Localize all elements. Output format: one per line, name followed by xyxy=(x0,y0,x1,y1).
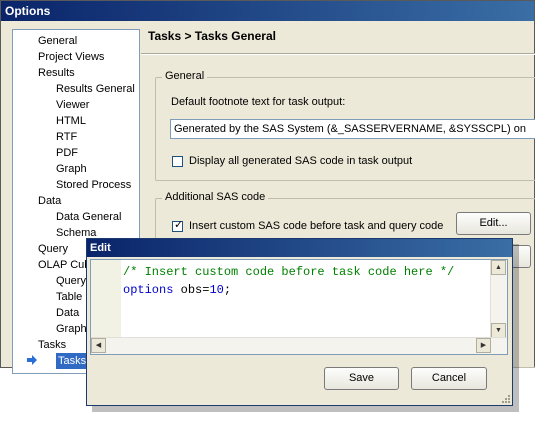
resize-grip-icon[interactable] xyxy=(500,393,510,403)
checkmark-icon: ✓ xyxy=(174,219,184,231)
edit-title: Edit xyxy=(90,242,111,254)
nav-item-results[interactable]: Results xyxy=(38,65,75,81)
save-button[interactable]: Save xyxy=(324,367,399,390)
nav-item-data[interactable]: Data xyxy=(56,305,79,321)
header-divider xyxy=(141,53,535,55)
vertical-scrollbar[interactable]: ▲ ▼ xyxy=(490,260,507,338)
nav-item-viewer[interactable]: Viewer xyxy=(56,97,89,113)
selected-arrow-icon xyxy=(27,355,37,365)
nav-item-stored-process[interactable]: Stored Process xyxy=(56,177,131,193)
nav-item-results-general[interactable]: Results General xyxy=(56,81,135,97)
nav-item-tasks[interactable]: Tasks xyxy=(56,353,89,369)
nav-item-tasks[interactable]: Tasks xyxy=(38,337,66,353)
nav-item-data-general[interactable]: Data General xyxy=(56,209,121,225)
insert-custom-code-checkbox[interactable]: ✓ xyxy=(172,219,184,232)
nav-item-graph[interactable]: Graph xyxy=(56,161,87,177)
nav-item-rtf[interactable]: RTF xyxy=(56,129,77,145)
nav-item-table[interactable]: Table xyxy=(56,289,82,305)
code-line-1: /* Insert custom code before task code h… xyxy=(123,265,455,279)
display-code-label: Display all generated SAS code in task o… xyxy=(189,155,413,167)
display-code-checkbox[interactable] xyxy=(172,156,183,167)
footnote-label: Default footnote text for task output: xyxy=(171,96,346,108)
options-title-bar[interactable]: Options xyxy=(1,1,534,21)
code-line-2: options obs=10; xyxy=(123,282,231,298)
footnote-text-field[interactable]: Generated by the SAS System (&_SASSERVER… xyxy=(170,119,535,139)
edit-button[interactable]: Edit... xyxy=(456,212,531,235)
nav-item-project-views[interactable]: Project Views xyxy=(38,49,104,65)
additional-code-group-label: Additional SAS code xyxy=(162,191,269,203)
nav-item-query[interactable]: Query xyxy=(56,273,86,289)
scroll-down-icon[interactable]: ▼ xyxy=(491,323,506,338)
cancel-button[interactable]: Cancel xyxy=(411,367,487,390)
code-keyword: options xyxy=(123,283,174,297)
scroll-up-icon[interactable]: ▲ xyxy=(491,260,506,275)
nav-item-general[interactable]: General xyxy=(38,33,77,49)
edit-dialog: Edit /* Insert custom code before task c… xyxy=(86,238,513,406)
options-title: Options xyxy=(5,4,51,18)
horizontal-scrollbar[interactable]: ◀ ▶ xyxy=(91,337,507,354)
nav-item-pdf[interactable]: PDF xyxy=(56,145,78,161)
breadcrumb: Tasks > Tasks General xyxy=(148,29,276,43)
code-editor[interactable]: /* Insert custom code before task code h… xyxy=(90,259,508,355)
code-end: ; xyxy=(223,283,232,297)
nav-item-html[interactable]: HTML xyxy=(56,113,86,129)
code-number: 10 xyxy=(209,283,224,297)
nav-item-data[interactable]: Data xyxy=(38,193,61,209)
code-text: obs= xyxy=(173,283,210,297)
scroll-right-icon[interactable]: ▶ xyxy=(476,338,491,353)
nav-item-query[interactable]: Query xyxy=(38,241,68,257)
scroll-left-icon[interactable]: ◀ xyxy=(91,338,106,353)
nav-item-graph[interactable]: Graph xyxy=(56,321,87,337)
insert-custom-code-label: Insert custom SAS code before task and q… xyxy=(189,220,444,232)
general-group-label: General xyxy=(162,70,208,82)
edit-title-bar[interactable]: Edit xyxy=(87,239,512,257)
code-gutter xyxy=(91,260,121,340)
nav-item-olap-cub[interactable]: OLAP Cub xyxy=(38,257,90,273)
